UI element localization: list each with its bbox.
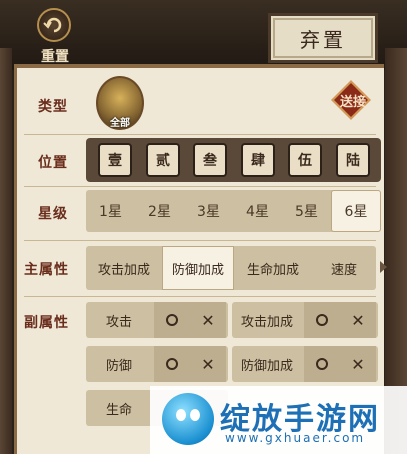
sub-attr-hp-label: 生命	[105, 402, 132, 418]
position-selector: 壹 贰 叁 肆 伍 陆	[86, 138, 381, 182]
divider	[24, 296, 376, 297]
exclude-option[interactable]: ✕	[190, 302, 226, 338]
include-option[interactable]	[304, 346, 340, 382]
divider	[24, 240, 376, 241]
left-frame-rail	[0, 48, 12, 454]
position-3-button[interactable]: 叁	[193, 143, 227, 177]
star-5-option[interactable]: 5星	[282, 190, 331, 232]
divider	[24, 186, 376, 187]
sub-attr-atk-pct: 攻击加成 ✕	[232, 302, 378, 338]
filter-badge[interactable]: 送接	[331, 80, 375, 120]
sub-attr-def: 防御 ✕	[86, 346, 228, 382]
star-label: 星级	[38, 206, 68, 222]
circle-icon	[316, 358, 328, 370]
position-label: 位置	[38, 155, 68, 171]
sub-attr-atk-label: 攻击	[105, 314, 132, 330]
circle-icon	[166, 358, 178, 370]
octopus-logo-icon	[162, 393, 214, 445]
include-option[interactable]	[154, 346, 190, 382]
star-selector: 1星 2星 3星 4星 5星 6星	[86, 190, 381, 232]
position-4-button[interactable]: 肆	[241, 143, 275, 177]
logo-eye	[176, 409, 186, 421]
star-6-option[interactable]: 6星	[331, 190, 381, 232]
main-attr-speed[interactable]: 速度	[312, 246, 376, 290]
main-attr-atk-pct[interactable]: 攻击加成	[86, 246, 162, 290]
position-5-button[interactable]: 伍	[288, 143, 322, 177]
exclude-option[interactable]: ✕	[340, 302, 376, 338]
sub-attr-def-pct-label: 防御加成	[240, 358, 293, 374]
type-label: 类型	[38, 99, 68, 115]
filter-badge-label: 送接	[339, 95, 366, 110]
exclude-option[interactable]: ✕	[190, 346, 226, 382]
main-attr-label: 主属性	[24, 262, 69, 278]
discard-button[interactable]: 弃置	[268, 13, 378, 63]
divider	[24, 134, 376, 135]
refresh-icon	[37, 8, 71, 42]
type-all-label: 全部	[110, 118, 130, 129]
circle-icon	[316, 314, 328, 326]
star-2-option[interactable]: 2星	[135, 190, 184, 232]
star-1-option[interactable]: 1星	[86, 190, 135, 232]
position-1-button[interactable]: 壹	[98, 143, 132, 177]
main-attr-selector: 攻击加成 防御加成 生命加成 速度	[86, 246, 376, 290]
exclude-option[interactable]: ✕	[340, 346, 376, 382]
star-4-option[interactable]: 4星	[233, 190, 282, 232]
watermark-url: www.gxhuaer.com	[225, 431, 366, 445]
position-6-button[interactable]: 陆	[336, 143, 370, 177]
reset-label: 重置	[41, 49, 69, 65]
sub-attr-atk-pct-label: 攻击加成	[240, 314, 293, 330]
logo-eye	[190, 409, 200, 421]
include-option[interactable]	[304, 302, 340, 338]
panel-top-border	[14, 64, 384, 68]
circle-icon	[166, 314, 178, 326]
position-2-button[interactable]: 贰	[146, 143, 180, 177]
sub-attr-label: 副属性	[24, 315, 69, 331]
include-option[interactable]	[154, 302, 190, 338]
reset-button[interactable]: 重置	[30, 8, 80, 66]
sub-attr-def-pct: 防御加成 ✕	[232, 346, 378, 382]
star-3-option[interactable]: 3星	[184, 190, 233, 232]
scroll-right-arrow-icon[interactable]	[380, 261, 387, 273]
main-attr-def-pct[interactable]: 防御加成	[162, 246, 234, 290]
main-attr-hp-pct[interactable]: 生命加成	[234, 246, 312, 290]
sub-attr-atk: 攻击 ✕	[86, 302, 228, 338]
sub-attr-def-label: 防御	[105, 358, 132, 374]
